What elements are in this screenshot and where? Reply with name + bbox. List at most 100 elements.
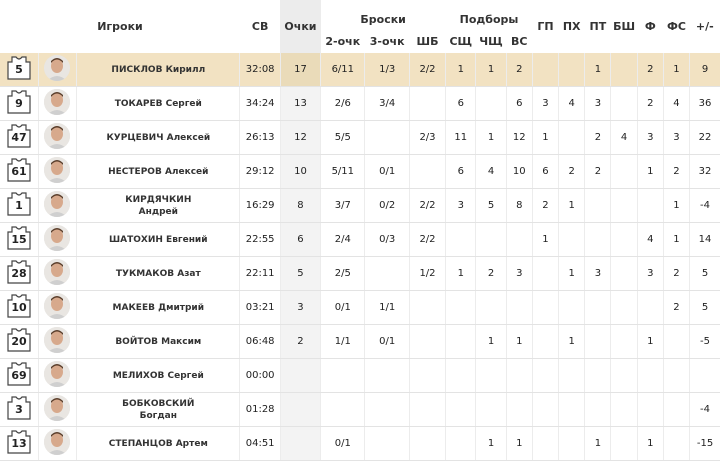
header-2pt[interactable]: 2-очк (321, 29, 365, 53)
avatar[interactable] (44, 429, 71, 455)
table-row[interactable]: 1 КИРДЯЧКИН Андрей 16:29 8 3/7 0/2 2/2 3 5 8 2 1 1 -4 (0, 188, 720, 223)
table-row[interactable]: 3 БОБКОВСКИЙ Богдан 01:28 -4 (0, 392, 720, 427)
stat-minutes: 26:13 (239, 120, 281, 155)
stat-three-point (364, 120, 410, 155)
player-name[interactable]: КУРЦЕВИЧ Алексей (76, 120, 240, 155)
header-shots: Броски (360, 13, 406, 26)
jersey-cell: 69 (0, 358, 39, 393)
stat-steals (558, 290, 585, 325)
avatar[interactable] (44, 123, 71, 149)
table-row[interactable]: 10 МАКЕЕВ Дмитрий 03:21 3 0/1 1/1 2 5 (0, 290, 720, 325)
stat-three-point: 0/2 (364, 188, 410, 223)
stat-fouls-drawn: 1 (662, 188, 690, 223)
stat-turnovers (584, 222, 611, 257)
stat-points: 6 (279, 222, 321, 257)
header-bsh[interactable]: БШ (611, 0, 637, 53)
header-3pt[interactable]: 3-очк (365, 29, 409, 53)
stat-turnovers (584, 358, 611, 393)
avatar[interactable] (44, 293, 71, 319)
avatar[interactable] (44, 89, 71, 115)
stat-steals: 1 (558, 324, 585, 359)
stat-total-rebounds (505, 290, 533, 325)
table-row[interactable]: 15 ШАТОХИН Евгений 22:55 6 2/4 0/3 2/2 1 4 1 14 (0, 222, 720, 257)
stat-steals (558, 53, 585, 87)
player-name[interactable]: ТОКАРЕВ Сергей (76, 86, 240, 121)
player-name[interactable]: ПИСКЛОВ Кирилл (76, 53, 240, 87)
avatar-cell (37, 86, 77, 121)
stat-plus-minus: 36 (689, 86, 720, 121)
stat-off-rebounds (445, 290, 476, 325)
jersey-number: 9 (15, 97, 23, 110)
stat-blocks (610, 154, 638, 189)
jersey-icon: 47 (6, 123, 32, 149)
stat-two-point: 2/5 (320, 256, 365, 291)
jersey-icon: 5 (6, 55, 32, 81)
avatar[interactable] (44, 157, 71, 183)
player-name[interactable]: ТУКМАКОВ Азат (76, 256, 240, 291)
header-points[interactable]: Очки (280, 0, 321, 53)
avatar[interactable] (44, 327, 71, 353)
stat-points: 5 (279, 256, 321, 291)
stat-steals: 2 (558, 154, 585, 189)
stat-off-rebounds (445, 426, 476, 461)
header-minutes[interactable]: СВ (240, 0, 280, 53)
player-name[interactable]: КИРДЯЧКИН Андрей (76, 188, 240, 223)
stat-blocks (610, 358, 638, 393)
player-firstname: Андрей (138, 206, 178, 217)
avatar-image (44, 89, 71, 115)
player-name[interactable]: СТЕПАНЦОВ Артем (76, 426, 240, 461)
table-row[interactable]: 20 ВОЙТОВ Максим 06:48 2 1/1 0/1 1 1 1 1 -5 (0, 324, 720, 359)
header-players[interactable]: Игроки (0, 0, 240, 53)
stat-two-point: 3/7 (320, 188, 365, 223)
player-name[interactable]: ВОЙТОВ Максим (76, 324, 240, 359)
player-name[interactable]: ШАТОХИН Евгений (76, 222, 240, 257)
header-fs[interactable]: ФС (663, 0, 689, 53)
stat-def-rebounds: 1 (475, 120, 507, 155)
header-f[interactable]: Ф (637, 0, 663, 53)
stat-blocks (610, 256, 638, 291)
stat-assists: 6 (531, 154, 559, 189)
stat-fouls-drawn (662, 392, 690, 427)
avatar-cell (37, 426, 77, 461)
stat-two-point: 5/5 (320, 120, 365, 155)
stat-turnovers (584, 392, 611, 427)
header-drb[interactable]: ЧЩ (476, 29, 506, 53)
avatar[interactable] (44, 55, 71, 81)
stat-steals (558, 426, 585, 461)
header-ft[interactable]: ШБ (409, 29, 445, 53)
avatar[interactable] (44, 225, 71, 251)
avatar[interactable] (44, 395, 71, 421)
stat-minutes: 03:21 (239, 290, 281, 325)
table-row[interactable]: 28 ТУКМАКОВ Азат 22:11 5 2/5 1/2 1 2 3 1 3 3 2 5 (0, 256, 720, 291)
avatar-image (44, 429, 71, 455)
header-ph[interactable]: ПХ (559, 0, 585, 53)
header-plus-minus[interactable]: +/- (690, 0, 720, 53)
player-name[interactable]: МАКЕЕВ Дмитрий (76, 290, 240, 325)
table-row[interactable]: 69 МЕЛИХОВ Сергей 00:00 (0, 358, 720, 393)
stat-points: 10 (279, 154, 321, 189)
header-pt[interactable]: ПТ (585, 0, 611, 53)
stat-assists (531, 290, 559, 325)
avatar-image (44, 191, 71, 217)
stat-fouls-drawn: 2 (662, 290, 690, 325)
table-row[interactable]: 61 НЕСТЕРОВ Алексей 29:12 10 5/11 0/1 6 4 10 6 2 2 1… (0, 154, 720, 189)
avatar-image (44, 123, 71, 149)
header-gp[interactable]: ГП (532, 0, 558, 53)
stat-fouls (636, 358, 664, 393)
avatar[interactable] (44, 361, 71, 387)
avatar[interactable] (44, 191, 71, 217)
jersey-cell: 10 (0, 290, 39, 325)
player-name[interactable]: МЕЛИХОВ Сергей (76, 358, 240, 393)
avatar[interactable] (44, 259, 71, 285)
stat-plus-minus: 14 (689, 222, 720, 257)
player-name[interactable]: БОБКОВСКИЙ Богдан (76, 392, 240, 427)
table-row[interactable]: 5 ПИСКЛОВ Кирилл 32:08 17 6/11 1/3 2/2 1 1 2 1 2 1 9 (0, 53, 720, 87)
table-row[interactable]: 13 СТЕПАНЦОВ Артем 04:51 0/1 1 1 1 1 -15 (0, 426, 720, 461)
stat-three-point (364, 256, 410, 291)
player-name[interactable]: НЕСТЕРОВ Алексей (76, 154, 240, 189)
table-row[interactable]: 47 КУРЦЕВИЧ Алексей 26:13 12 5/5 2/3 11 1 12 1 2 4 3… (0, 120, 720, 155)
stat-fouls-drawn: 1 (662, 222, 690, 257)
table-row[interactable]: 9 ТОКАРЕВ Сергей 34:24 13 2/6 3/4 6 6 3 4 3 2 4 36 (0, 86, 720, 121)
header-orb[interactable]: СЩ (446, 29, 476, 53)
header-trb[interactable]: ВС (506, 29, 532, 53)
